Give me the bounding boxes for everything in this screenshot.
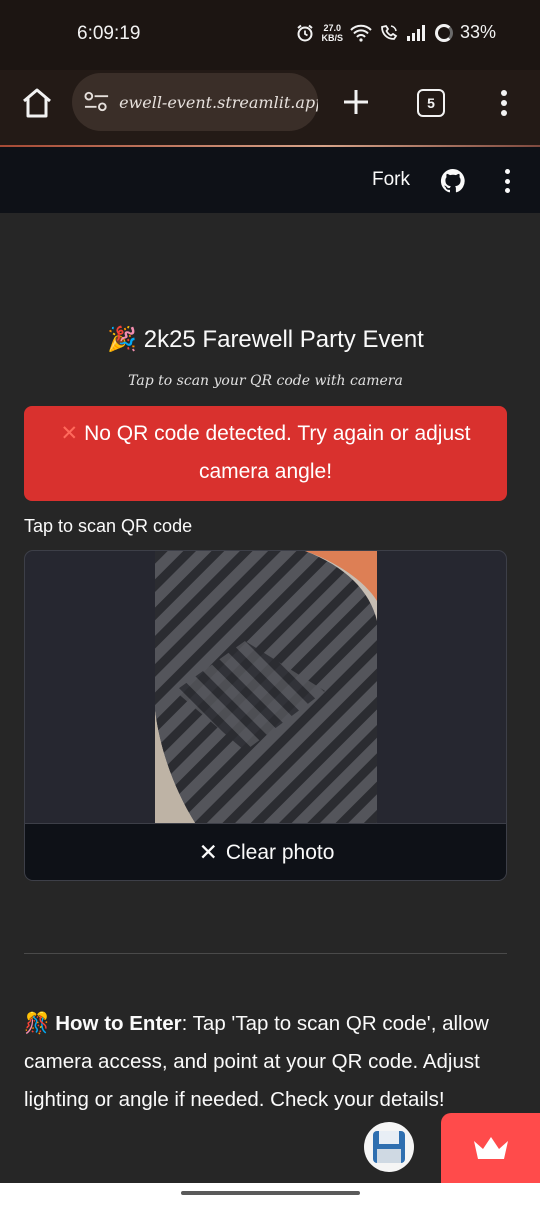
page-subtitle: Tap to scan your QR code with camera	[128, 373, 403, 389]
captured-photo-image	[155, 551, 377, 823]
new-tab-icon[interactable]	[340, 86, 372, 118]
how-to-enter-heading: How to Enter	[55, 1012, 182, 1035]
captured-photo	[155, 551, 377, 823]
navigation-bar	[0, 1183, 540, 1206]
error-message: No QR code detected. Try again or adjust…	[84, 422, 471, 483]
error-alert: ✕ No QR code detected. Try again or adjus…	[24, 406, 507, 501]
clear-photo-button[interactable]: ✕ Clear photo	[25, 823, 506, 880]
confetti-icon: 🎊	[24, 1012, 50, 1035]
github-icon[interactable]	[440, 168, 466, 194]
url-text: ewell-event.streamlit.app	[119, 92, 318, 112]
page-title-text: 2k25 Farewell Party Event	[143, 326, 424, 353]
page-title: 🎉 2k25 Farewell Party Event	[24, 325, 507, 354]
signal-icon	[406, 24, 425, 41]
wifi-call-icon	[381, 24, 398, 40]
streamlit-badge[interactable]	[441, 1113, 540, 1183]
floppy-icon	[373, 1131, 405, 1163]
home-icon[interactable]	[20, 87, 54, 119]
screen: 6:09:19 27.0 KB/S 33% ewell-event.stream…	[0, 0, 540, 1206]
divider	[24, 953, 507, 954]
app-menu-icon[interactable]	[500, 167, 514, 195]
gesture-handle[interactable]	[181, 1191, 360, 1195]
camera-input[interactable]: ✕ Clear photo	[24, 550, 507, 881]
wifi-icon	[350, 24, 372, 42]
browser-menu-icon[interactable]	[494, 86, 514, 120]
party-popper-icon: 🎉	[107, 326, 138, 353]
save-fab[interactable]	[364, 1122, 414, 1172]
close-icon: ✕	[198, 839, 218, 865]
status-icons: 27.0 KB/S 33%	[296, 22, 496, 43]
battery-percent: 33%	[459, 22, 496, 42]
browser-toolbar: ewell-event.streamlit.app 5	[0, 70, 540, 146]
clear-photo-label: Clear photo	[225, 840, 335, 864]
battery-icon	[434, 23, 453, 42]
site-settings-icon[interactable]	[84, 91, 109, 113]
error-cross-icon: ✕	[60, 422, 79, 445]
address-bar[interactable]: ewell-event.streamlit.app	[72, 73, 318, 131]
status-bar: 6:09:19 27.0 KB/S 33%	[0, 0, 540, 70]
fork-button[interactable]: Fork	[372, 169, 410, 191]
network-speed-value: 27.0	[323, 22, 341, 33]
crown-icon	[473, 1137, 508, 1159]
status-time: 6:09:19	[77, 23, 141, 44]
tab-switcher-button[interactable]: 5	[417, 89, 445, 117]
network-speed: 27.0 KB/S	[321, 23, 343, 43]
alarm-icon	[297, 24, 314, 41]
how-to-enter-text: 🎊 How to Enter: Tap 'Tap to scan QR code…	[24, 1005, 507, 1119]
network-speed-unit: KB/S	[321, 32, 343, 43]
camera-input-label: Tap to scan QR code	[24, 516, 193, 536]
app-header: Fork	[0, 147, 540, 213]
